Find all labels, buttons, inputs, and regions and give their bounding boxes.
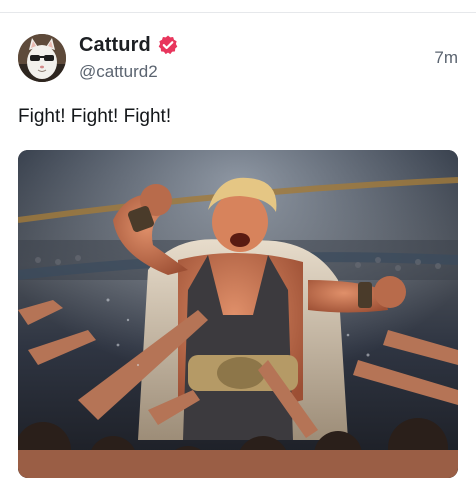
author-info: Catturd @catturd2 bbox=[79, 33, 179, 82]
post-text: Fight! Fight! Fight! bbox=[18, 106, 172, 127]
divider bbox=[0, 12, 476, 13]
timestamp[interactable]: 7m bbox=[434, 48, 458, 68]
display-name-row: Catturd bbox=[79, 33, 179, 57]
display-name[interactable]: Catturd bbox=[79, 34, 151, 57]
verified-badge-icon bbox=[157, 34, 179, 56]
post-card: Catturd @catturd2 7m Fight! Fight! Fight… bbox=[0, 0, 476, 500]
handle[interactable]: @catturd2 bbox=[79, 62, 179, 82]
post-image[interactable] bbox=[18, 150, 458, 478]
post-header: Catturd @catturd2 7m bbox=[18, 32, 458, 84]
cat-avatar-icon bbox=[18, 34, 66, 82]
avatar[interactable] bbox=[18, 34, 66, 82]
wrestler-crowd-image bbox=[18, 150, 458, 478]
